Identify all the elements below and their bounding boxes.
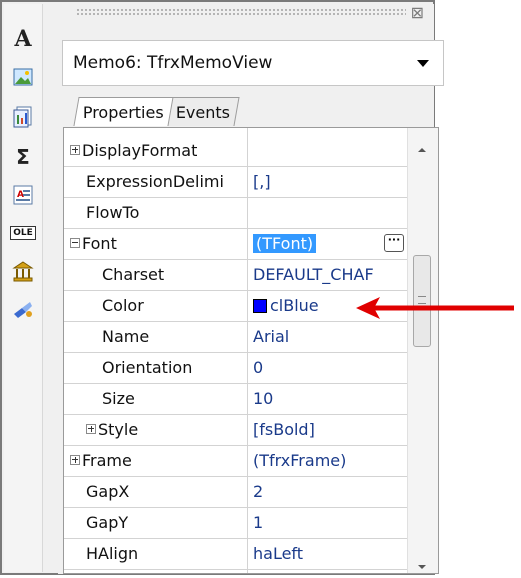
property-name: Style: [98, 420, 139, 439]
scroll-down-icon[interactable]: [418, 565, 426, 569]
annotation-arrow-icon: [356, 297, 514, 319]
property-value: [fsBold]: [253, 420, 315, 439]
ellipsis-button[interactable]: ···: [384, 234, 404, 252]
property-value: 10: [253, 389, 274, 408]
property-value: Arial: [253, 327, 290, 346]
text-object-icon[interactable]: A: [10, 26, 36, 52]
property-value: haLeft: [253, 544, 304, 563]
property-name: Name: [102, 327, 150, 346]
richtext-object-icon[interactable]: A: [10, 182, 36, 208]
svg-text:A: A: [17, 190, 24, 200]
property-name: GapX: [86, 482, 130, 501]
property-name: Color: [102, 296, 144, 315]
object-toolbar: A Σ A OLE: [4, 4, 43, 572]
property-name: Frame: [82, 451, 132, 470]
property-row-gapx[interactable]: GapX 2: [64, 477, 408, 508]
property-name: DisplayFormat: [82, 141, 198, 160]
property-value: [253, 198, 405, 228]
property-row-font[interactable]: Font (TFont) ···: [64, 229, 408, 260]
property-name: Charset: [102, 265, 165, 284]
picture-object-icon[interactable]: [10, 64, 36, 90]
property-name: GapY: [86, 513, 129, 532]
property-value: (TfrxFrame): [253, 451, 347, 470]
wizard-object-icon[interactable]: [10, 296, 36, 322]
object-selector-combo[interactable]: Memo6: TfrxMemoView: [62, 40, 444, 86]
property-name: ExpressionDelimi: [86, 172, 224, 191]
property-value: 2: [253, 482, 264, 501]
property-value: 0: [253, 358, 264, 377]
expand-icon[interactable]: [86, 423, 96, 434]
property-name: FlowTo: [86, 203, 140, 222]
property-row-expressiondelimiters[interactable]: ExpressionDelimi [,]: [64, 167, 408, 198]
bank-icon[interactable]: [10, 258, 36, 284]
property-name: Orientation: [102, 358, 193, 377]
scroll-up-icon[interactable]: [418, 148, 426, 152]
property-value: [253, 136, 405, 166]
property-value: [,]: [253, 172, 271, 191]
panel-grip[interactable]: [76, 8, 406, 16]
property-row-gapy[interactable]: GapY 1: [64, 508, 408, 539]
color-swatch: [253, 298, 267, 313]
property-name: Font: [82, 234, 117, 253]
property-row-halign[interactable]: HAlign haLeft: [64, 539, 408, 570]
tab-events[interactable]: Events: [166, 97, 240, 126]
property-name: Size: [102, 389, 135, 408]
ole-object-icon[interactable]: OLE: [10, 220, 36, 246]
property-value: clBlue: [270, 296, 319, 315]
property-row-frame[interactable]: Frame (TfrxFrame): [64, 446, 408, 477]
vertical-scrollbar[interactable]: [407, 128, 438, 573]
property-name: HAlign: [86, 544, 139, 563]
property-value: 1: [253, 513, 264, 532]
property-row-size[interactable]: Size 10: [64, 384, 408, 415]
object-selector-value: Memo6: TfrxMemoView: [73, 53, 273, 73]
expand-icon[interactable]: [70, 454, 80, 465]
sum-icon[interactable]: Σ: [10, 144, 36, 170]
close-icon[interactable]: ⊠: [411, 4, 424, 22]
property-value-selected[interactable]: (TFont): [253, 234, 317, 253]
collapse-icon[interactable]: [70, 237, 80, 248]
expand-icon[interactable]: [70, 144, 80, 155]
chevron-down-icon[interactable]: [417, 59, 429, 67]
property-value: DEFAULT_CHAF: [253, 265, 374, 284]
property-row-flowto[interactable]: FlowTo: [64, 198, 408, 229]
property-row-style[interactable]: Style [fsBold]: [64, 415, 408, 446]
property-row-name[interactable]: Name Arial: [64, 322, 408, 353]
window-frame: A Σ A OLE ⊠ Memo6: TfrxMemoView Properti…: [0, 0, 444, 575]
inspector-tabs: Properties Events: [73, 97, 240, 127]
object-inspector: ⊠ Memo6: TfrxMemoView Properties Events …: [58, 4, 444, 574]
subreport-object-icon[interactable]: [10, 104, 36, 130]
tab-properties[interactable]: Properties: [73, 97, 174, 126]
property-row-displayformat[interactable]: DisplayFormat: [64, 136, 408, 167]
property-row-charset[interactable]: Charset DEFAULT_CHAF: [64, 260, 408, 291]
property-row-orientation[interactable]: Orientation 0: [64, 353, 408, 384]
property-grid: DisplayFormat ExpressionDelimi [,] FlowT…: [63, 127, 439, 574]
